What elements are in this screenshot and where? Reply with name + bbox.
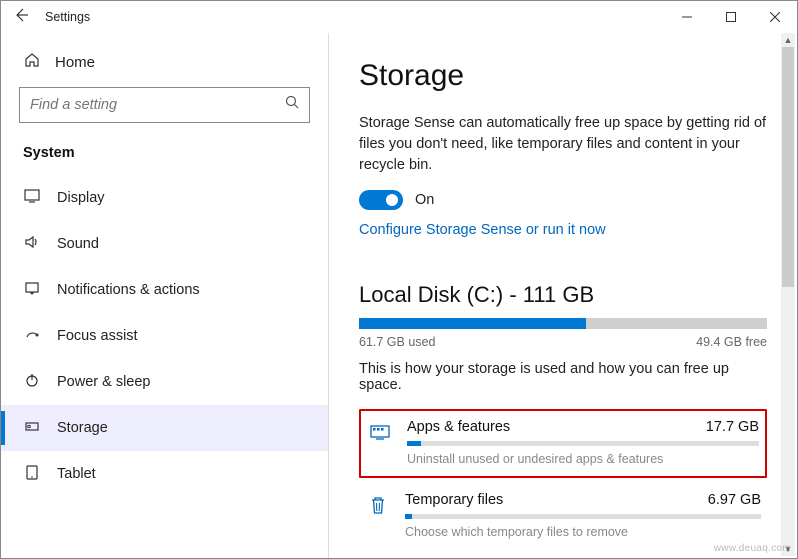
scroll-up-arrow[interactable]: ▲	[781, 33, 795, 47]
scrollbar-thumb[interactable]	[782, 47, 794, 287]
sidebar-item-tablet[interactable]: Tablet	[1, 451, 328, 497]
sidebar-item-label: Storage	[57, 420, 108, 436]
window-controls	[665, 1, 797, 33]
content-pane: Storage Storage Sense can automatically …	[329, 33, 797, 558]
sidebar-home[interactable]: Home	[1, 41, 328, 87]
page-title: Storage	[359, 59, 767, 93]
category-size: 17.7 GB	[706, 419, 759, 435]
sound-icon	[23, 233, 41, 255]
category-size: 6.97 GB	[708, 492, 761, 508]
search-icon	[285, 95, 300, 115]
titlebar: Settings	[1, 1, 797, 33]
minimize-button[interactable]	[665, 1, 709, 33]
sidebar-item-label: Display	[57, 190, 105, 206]
sidebar-item-focus-assist[interactable]: Focus assist	[1, 313, 328, 359]
sidebar-item-sound[interactable]: Sound	[1, 221, 328, 267]
show-more-categories-link[interactable]: Show more categories	[359, 557, 767, 558]
home-icon	[23, 51, 41, 73]
watermark: www.deuaq.com	[714, 543, 791, 554]
search-input[interactable]	[19, 87, 310, 123]
sidebar-item-notifications[interactable]: Notifications & actions	[1, 267, 328, 313]
sidebar-item-label: Sound	[57, 236, 99, 252]
display-icon	[23, 187, 41, 209]
disk-free-label: 49.4 GB free	[696, 335, 767, 349]
category-bar	[405, 514, 761, 519]
sidebar-item-display[interactable]: Display	[1, 175, 328, 221]
focus-assist-icon	[23, 325, 41, 347]
storage-sense-toggle-label: On	[415, 192, 434, 208]
category-name: Apps & features	[407, 419, 510, 435]
category-bar	[407, 441, 759, 446]
trash-icon	[365, 492, 391, 539]
category-apps-features[interactable]: Apps & features 17.7 GB Uninstall unused…	[359, 409, 767, 478]
window-title: Settings	[45, 10, 90, 24]
category-sub: Uninstall unused or undesired apps & fea…	[407, 452, 759, 466]
close-button[interactable]	[753, 1, 797, 33]
sidebar: Home System Display Sound	[1, 33, 329, 558]
tablet-icon	[23, 463, 41, 485]
storage-icon	[23, 417, 41, 439]
back-button[interactable]	[13, 7, 29, 28]
maximize-button[interactable]	[709, 1, 753, 33]
storage-how-text: This is how your storage is used and how…	[359, 361, 767, 393]
disk-usage-bar	[359, 318, 767, 329]
sidebar-item-power-sleep[interactable]: Power & sleep	[1, 359, 328, 405]
disk-title: Local Disk (C:) - 111 GB	[359, 282, 767, 308]
sidebar-item-label: Notifications & actions	[57, 282, 200, 298]
power-icon	[23, 371, 41, 393]
sidebar-heading-system: System	[1, 135, 328, 175]
sidebar-item-label: Power & sleep	[57, 374, 151, 390]
sidebar-item-label: Focus assist	[57, 328, 138, 344]
configure-storage-sense-link[interactable]: Configure Storage Sense or run it now	[359, 222, 767, 238]
storage-sense-toggle[interactable]	[359, 190, 403, 210]
disk-used-label: 61.7 GB used	[359, 335, 435, 349]
apps-icon	[367, 419, 393, 466]
sidebar-item-storage[interactable]: Storage	[1, 405, 328, 451]
storage-sense-description: Storage Sense can automatically free up …	[359, 113, 767, 176]
home-label: Home	[55, 54, 95, 71]
category-temporary-files[interactable]: Temporary files 6.97 GB Choose which tem…	[359, 484, 767, 549]
category-sub: Choose which temporary files to remove	[405, 525, 761, 539]
category-name: Temporary files	[405, 492, 503, 508]
vertical-scrollbar[interactable]: ▲ ▼	[781, 33, 795, 556]
sidebar-item-label: Tablet	[57, 466, 96, 482]
notifications-icon	[23, 279, 41, 301]
